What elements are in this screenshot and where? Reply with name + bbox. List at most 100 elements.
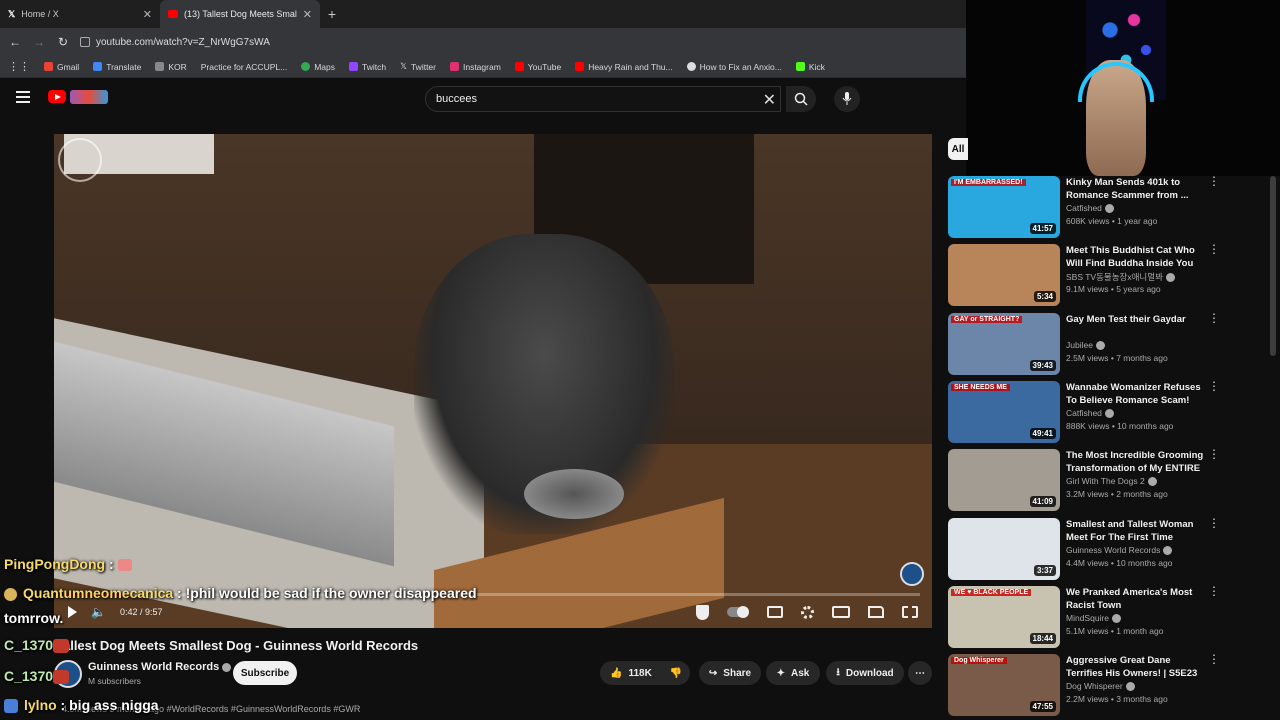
clear-search-icon[interactable]: ✕ (763, 90, 776, 110)
recommendation-title[interactable]: Aggressive Great Dane Terrifies His Owne… (1066, 654, 1206, 680)
bookmark-kor[interactable]: KOR (155, 62, 187, 72)
new-tab-button[interactable]: + (320, 0, 344, 28)
bookmark-translate[interactable]: Translate (93, 62, 141, 72)
forward-icon[interactable]: → (32, 35, 46, 49)
more-actions-button[interactable]: ⋯ (908, 661, 932, 685)
shield-icon[interactable] (696, 604, 709, 620)
recommendation-channel[interactable]: Guinness World Records (1066, 545, 1173, 556)
recommendation-channel[interactable]: SBS TV동물농장x애니멀봐 (1066, 271, 1175, 283)
play-icon[interactable] (68, 606, 77, 618)
recommendation-item[interactable]: GAY or STRAIGHT? 39:43 Gay Men Test their … (948, 312, 1266, 377)
bookmark-maps[interactable]: Maps (301, 62, 335, 72)
recommendation-channel[interactable]: Jubilee (1066, 340, 1105, 351)
video-thumbnail[interactable]: I'M EMBARRASSED! 41:57 (948, 176, 1060, 238)
recommendation-channel[interactable]: Catfished (1066, 408, 1114, 419)
dislike-button[interactable]: 👎 (670, 668, 682, 679)
video-player[interactable]: 🔈 0:42 / 9:57 (54, 134, 932, 628)
reload-icon[interactable]: ↻ (56, 35, 70, 49)
autoplay-toggle[interactable] (727, 606, 749, 618)
chat-username: C_1370 (4, 637, 54, 653)
youtube-doodle-logo[interactable] (70, 90, 108, 104)
more-vertical-icon[interactable]: ⋮ (1208, 585, 1220, 597)
more-vertical-icon[interactable]: ⋮ (1208, 243, 1220, 255)
apps-grid-icon[interactable]: ⋮⋮ (8, 60, 30, 73)
recommendation-item[interactable]: WE ♥ BLACK PEOPLE 18:44 We Pranked America… (948, 585, 1266, 650)
youtube-logo-icon[interactable] (48, 90, 66, 103)
recommendation-item[interactable]: 41:09 The Most Incredible Grooming Transf… (948, 448, 1266, 513)
voice-search-button[interactable] (834, 86, 860, 112)
search-icon (794, 92, 808, 106)
theater-mode-icon[interactable] (832, 606, 850, 618)
more-vertical-icon[interactable]: ⋮ (1208, 380, 1220, 392)
search-button[interactable] (786, 86, 816, 112)
bookmark-anxiety[interactable]: How to Fix an Anxio... (686, 62, 782, 72)
search-input[interactable]: buccees ✕ (425, 86, 781, 112)
channel-name: Dog Whisperer (1066, 681, 1123, 691)
recommendation-item[interactable]: Dog Whisperer 47:55 Aggressive Great Dane … (948, 653, 1266, 718)
close-tab-icon[interactable]: ✕ (143, 8, 152, 21)
instagram-icon (449, 62, 459, 71)
settings-gear-icon[interactable] (801, 605, 814, 619)
back-icon[interactable]: ← (8, 35, 22, 49)
recommendation-channel[interactable]: Dog Whisperer (1066, 681, 1135, 692)
address-bar[interactable]: youtube.com/watch?v=Z_NrWgG7sWA (80, 31, 966, 53)
bookmark-youtube[interactable]: YouTube (514, 62, 561, 72)
more-vertical-icon[interactable]: ⋮ (1208, 517, 1220, 529)
emote-icon (117, 559, 132, 572)
recommendation-item[interactable]: 3:37 Smallest and Tallest Woman Meet For … (948, 517, 1266, 582)
recommendation-title[interactable]: Kinky Man Sends 401k to Romance Scammer … (1066, 176, 1206, 202)
tab-home-x[interactable]: 𝕏 Home / X ✕ (0, 0, 160, 28)
more-vertical-icon[interactable]: ⋮ (1208, 312, 1220, 324)
bookmark-gmail[interactable]: Gmail (44, 62, 79, 72)
recommendation-channel[interactable]: Catfished (1066, 203, 1114, 214)
tab-youtube-video[interactable]: (13) Tallest Dog Meets Smallest Dog ✕ (160, 0, 320, 28)
recommendation-title[interactable]: The Most Incredible Grooming Transformat… (1066, 449, 1206, 475)
youtube-favicon-icon (168, 10, 178, 18)
fullscreen-icon[interactable] (902, 606, 918, 618)
more-vertical-icon[interactable]: ⋮ (1208, 175, 1220, 187)
recommendation-item[interactable]: I'M EMBARRASSED! 41:57 Kinky Man Sends 401… (948, 175, 1266, 240)
more-vertical-icon[interactable]: ⋮ (1208, 653, 1220, 665)
ask-button[interactable]: ✦ Ask (766, 661, 820, 685)
cast-icon[interactable] (868, 606, 884, 618)
recommendation-item[interactable]: 5:34 Meet This Buddhist Cat Who Will Find… (948, 243, 1266, 308)
channel-watermark-icon[interactable] (900, 562, 924, 586)
recommendation-channel[interactable]: MindSquire (1066, 613, 1121, 624)
video-thumbnail[interactable]: Dog Whisperer 47:55 (948, 654, 1060, 716)
recommendation-channel[interactable]: Girl With The Dogs 2 (1066, 476, 1157, 487)
bookmark-twitter[interactable]: 𝕏 Twitter (400, 61, 436, 72)
channel-name-row[interactable]: Guinness World Records (88, 661, 232, 673)
share-button[interactable]: ↪ Share (699, 661, 761, 685)
recommendation-item[interactable]: SHE NEEDS ME 49:41 Wannabe Womanizer Refus… (948, 380, 1266, 445)
recommendation-title[interactable]: Meet This Buddhist Cat Who Will Find Bud… (1066, 244, 1206, 270)
close-tab-icon[interactable]: ✕ (303, 8, 312, 21)
captions-icon[interactable] (767, 606, 783, 618)
more-vertical-icon[interactable]: ⋮ (1208, 448, 1220, 460)
sidebar-scrollbar[interactable] (1270, 176, 1276, 356)
bookmark-accuplacer[interactable]: Practice for ACCUPL... (201, 62, 287, 72)
recommendation-meta: 2.2M views • 3 months ago (1066, 694, 1168, 704)
subscribe-button[interactable]: Subscribe (233, 661, 297, 685)
video-thumbnail[interactable]: SHE NEEDS ME 49:41 (948, 381, 1060, 443)
video-thumbnail[interactable]: WE ♥ BLACK PEOPLE 18:44 (948, 586, 1060, 648)
bookmark-label: Twitch (362, 61, 387, 72)
recommendation-title[interactable]: Gay Men Test their Gaydar (1066, 313, 1206, 326)
recommendation-meta: 3.2M views • 2 months ago (1066, 489, 1168, 499)
download-button[interactable]: ⭳ Download (826, 661, 904, 685)
volume-icon[interactable]: 🔈 (91, 605, 106, 619)
like-button[interactable]: 👍 118K (610, 668, 652, 679)
recommendation-title[interactable]: Wannabe Womanizer Refuses To Believe Rom… (1066, 381, 1206, 407)
video-thumbnail[interactable]: 5:34 (948, 244, 1060, 306)
recommendation-title[interactable]: Smallest and Tallest Woman Meet For The … (1066, 518, 1206, 544)
menu-icon[interactable] (16, 91, 30, 106)
site-info-icon[interactable] (80, 37, 90, 47)
bookmark-instagram[interactable]: Instagram (449, 62, 501, 72)
chip-all[interactable]: All (948, 138, 968, 160)
video-thumbnail[interactable]: 41:09 (948, 449, 1060, 511)
bookmark-twitch[interactable]: Twitch (349, 62, 386, 72)
video-thumbnail[interactable]: GAY or STRAIGHT? 39:43 (948, 313, 1060, 375)
bookmark-heavy-rain[interactable]: Heavy Rain and Thu... (575, 62, 673, 72)
bookmark-kick[interactable]: Kick (795, 62, 825, 72)
recommendation-title[interactable]: We Pranked America's Most Racist Town (1066, 586, 1206, 612)
video-thumbnail[interactable]: 3:37 (948, 518, 1060, 580)
